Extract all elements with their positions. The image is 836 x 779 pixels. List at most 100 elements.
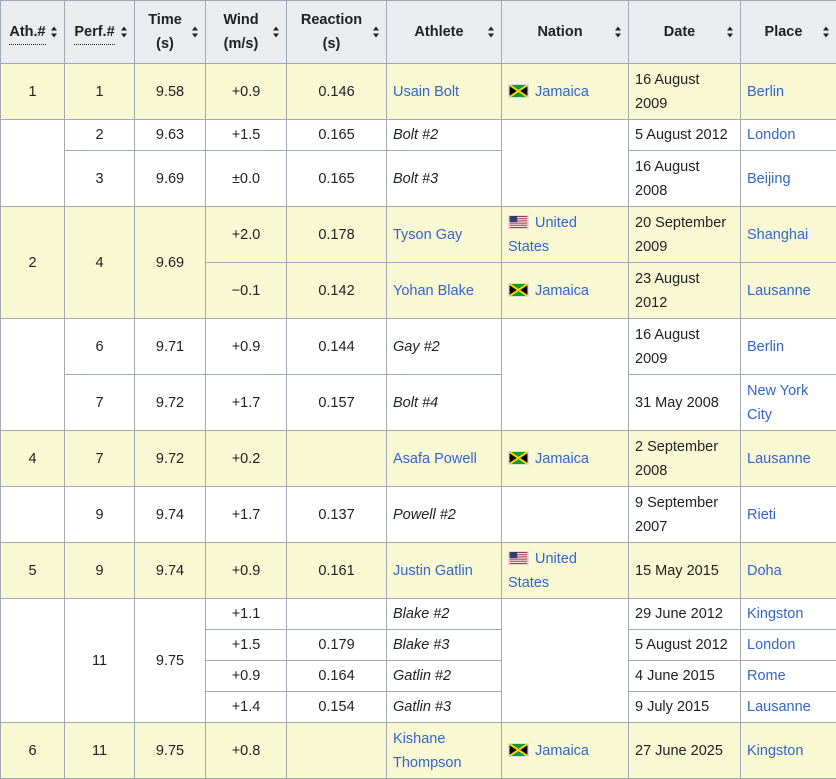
athlete-link[interactable]: Justin Gatlin bbox=[393, 563, 473, 579]
header-reaction[interactable]: Reaction(s) bbox=[287, 1, 387, 64]
place-link[interactable]: Lausanne bbox=[747, 451, 811, 467]
table-row: 1 1 9.58 +0.9 0.146 Usain Bolt Jamaica 1… bbox=[1, 64, 836, 120]
cell-athlete: Bolt #3 bbox=[387, 151, 502, 207]
place-link[interactable]: Beijing bbox=[747, 171, 791, 187]
cell-nation-empty bbox=[502, 487, 629, 543]
sort-arrows-icon[interactable] bbox=[615, 27, 622, 38]
place-link[interactable]: Lausanne bbox=[747, 283, 811, 299]
cell-place: Shanghai bbox=[741, 207, 836, 263]
header-wind[interactable]: Wind(m/s) bbox=[206, 1, 287, 64]
header-place-label: Place bbox=[765, 20, 803, 44]
cell-date: 16 August 2009 bbox=[629, 64, 741, 120]
place-link[interactable]: Berlin bbox=[747, 84, 784, 100]
place-link[interactable]: Kingston bbox=[747, 743, 803, 759]
cell-perf: 3 bbox=[65, 151, 135, 207]
place-link[interactable]: Rieti bbox=[747, 507, 776, 523]
cell-athlete: Tyson Gay bbox=[387, 207, 502, 263]
place-link[interactable]: Shanghai bbox=[747, 227, 808, 243]
cell-wind: +1.7 bbox=[206, 375, 287, 431]
athlete-link[interactable]: Yohan Blake bbox=[393, 283, 474, 299]
cell-place: New York City bbox=[741, 375, 836, 431]
sort-arrows-icon[interactable] bbox=[121, 27, 128, 38]
cell-time: 9.74 bbox=[135, 487, 206, 543]
table-row: 4 7 9.72 +0.2 Asafa Powell Jamaica 2 Sep… bbox=[1, 431, 836, 487]
header-time[interactable]: Time(s) bbox=[135, 1, 206, 64]
place-link[interactable]: Doha bbox=[747, 563, 782, 579]
header-nation-label: Nation bbox=[537, 20, 582, 44]
cell-reaction: 0.144 bbox=[287, 319, 387, 375]
header-reaction-line2: (s) bbox=[323, 36, 341, 52]
place-link[interactable]: Rome bbox=[747, 668, 786, 684]
cell-athlete: Kishane Thompson bbox=[387, 723, 502, 779]
place-link[interactable]: New York City bbox=[747, 383, 808, 423]
header-nation[interactable]: Nation bbox=[502, 1, 629, 64]
cell-ath: 2 bbox=[1, 207, 65, 319]
place-link[interactable]: Lausanne bbox=[747, 699, 811, 715]
cell-nation-empty bbox=[502, 319, 629, 431]
sort-arrows-icon[interactable] bbox=[192, 27, 199, 38]
cell-ath: 4 bbox=[1, 431, 65, 487]
cell-date: 16 August 2008 bbox=[629, 151, 741, 207]
cell-reaction: 0.179 bbox=[287, 630, 387, 661]
cell-athlete: Blake #2 bbox=[387, 599, 502, 630]
cell-time: 9.63 bbox=[135, 120, 206, 151]
table-row: 11 9.75 +1.1 Blake #2 29 June 2012 Kings… bbox=[1, 599, 836, 630]
place-link[interactable]: Kingston bbox=[747, 606, 803, 622]
sort-arrows-icon[interactable] bbox=[373, 27, 380, 38]
header-time-line2: (s) bbox=[156, 36, 174, 52]
sort-arrows-icon[interactable] bbox=[51, 27, 58, 38]
cell-wind: +1.7 bbox=[206, 487, 287, 543]
header-perf[interactable]: Perf.# bbox=[65, 1, 135, 64]
nation-link[interactable]: Jamaica bbox=[535, 84, 589, 100]
cell-date: 9 July 2015 bbox=[629, 692, 741, 723]
nation-link[interactable]: Jamaica bbox=[535, 283, 589, 299]
header-perf-label: Perf.# bbox=[74, 20, 114, 45]
cell-time: 9.75 bbox=[135, 599, 206, 723]
cell-athlete: Justin Gatlin bbox=[387, 543, 502, 599]
cell-reaction: 0.154 bbox=[287, 692, 387, 723]
header-reaction-label: Reaction(s) bbox=[301, 8, 362, 56]
cell-place: Lausanne bbox=[741, 692, 836, 723]
athlete-link[interactable]: Usain Bolt bbox=[393, 84, 459, 100]
table-row: 9 9.74 +1.7 0.137 Powell #2 9 September … bbox=[1, 487, 836, 543]
header-date-label: Date bbox=[664, 20, 695, 44]
cell-reaction: 0.178 bbox=[287, 207, 387, 263]
cell-athlete: Bolt #4 bbox=[387, 375, 502, 431]
header-date[interactable]: Date bbox=[629, 1, 741, 64]
nation-link[interactable]: Jamaica bbox=[535, 451, 589, 467]
place-link[interactable]: London bbox=[747, 127, 795, 143]
cell-place: Berlin bbox=[741, 319, 836, 375]
athlete-link[interactable]: Tyson Gay bbox=[393, 227, 462, 243]
cell-date: 9 September 2007 bbox=[629, 487, 741, 543]
sort-arrows-icon[interactable] bbox=[823, 27, 830, 38]
table-row: 2 4 9.69 +2.0 0.178 Tyson Gay United Sta… bbox=[1, 207, 836, 263]
nation-link[interactable]: Jamaica bbox=[535, 743, 589, 759]
sort-arrows-icon[interactable] bbox=[727, 27, 734, 38]
header-place[interactable]: Place bbox=[741, 1, 836, 64]
sort-arrows-icon[interactable] bbox=[488, 27, 495, 38]
table-row: 6 9.71 +0.9 0.144 Gay #2 16 August 2009 … bbox=[1, 319, 836, 375]
cell-reaction: 0.142 bbox=[287, 263, 387, 319]
cell-wind: +0.9 bbox=[206, 543, 287, 599]
sort-arrows-icon[interactable] bbox=[273, 27, 280, 38]
cell-time: 9.72 bbox=[135, 431, 206, 487]
cell-wind: +0.9 bbox=[206, 64, 287, 120]
cell-date: 15 May 2015 bbox=[629, 543, 741, 599]
cell-reaction: 0.161 bbox=[287, 543, 387, 599]
header-athlete[interactable]: Athlete bbox=[387, 1, 502, 64]
table-row: 7 9.72 +1.7 0.157 Bolt #4 31 May 2008 Ne… bbox=[1, 375, 836, 431]
place-link[interactable]: Berlin bbox=[747, 339, 784, 355]
header-ath[interactable]: Ath.# bbox=[1, 1, 65, 64]
jamaica-flag-icon bbox=[508, 451, 529, 465]
cell-date: 20 September 2009 bbox=[629, 207, 741, 263]
header-wind-line2: (m/s) bbox=[224, 36, 259, 52]
cell-wind: +1.5 bbox=[206, 120, 287, 151]
cell-nation: Jamaica bbox=[502, 263, 629, 319]
cell-date: 2 September 2008 bbox=[629, 431, 741, 487]
cell-ath-empty bbox=[1, 120, 65, 207]
header-wind-label: Wind(m/s) bbox=[223, 8, 258, 56]
cell-date: 29 June 2012 bbox=[629, 599, 741, 630]
athlete-link[interactable]: Kishane Thompson bbox=[393, 731, 462, 771]
athlete-link[interactable]: Asafa Powell bbox=[393, 451, 477, 467]
place-link[interactable]: London bbox=[747, 637, 795, 653]
